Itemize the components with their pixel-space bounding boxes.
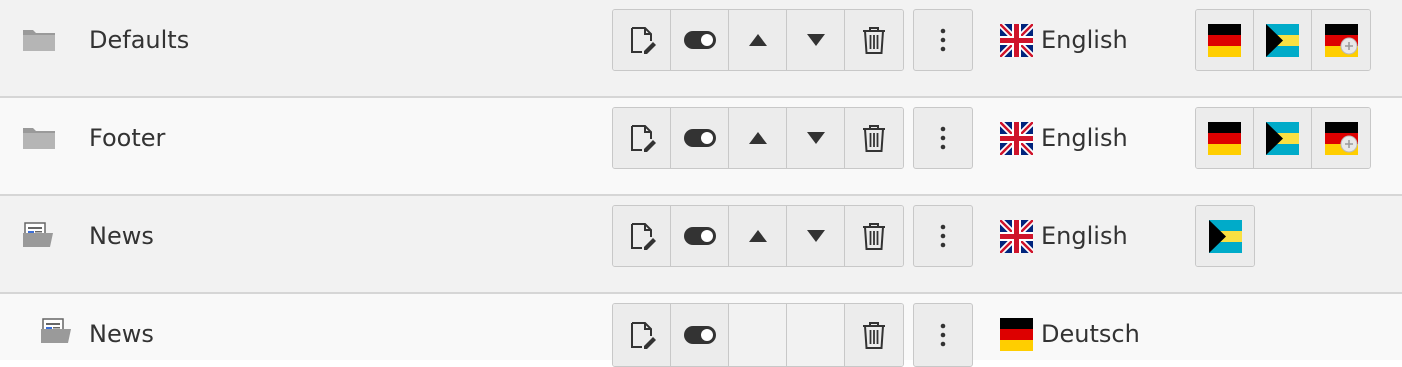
record-actions: [612, 205, 904, 267]
edit-button[interactable]: [613, 304, 671, 366]
record-title[interactable]: News: [89, 220, 154, 252]
record-language: English: [997, 217, 1128, 255]
delete-icon: [861, 221, 887, 251]
uk-flag-icon: [997, 217, 1036, 255]
news-folder-icon[interactable]: [22, 222, 56, 248]
edit-button[interactable]: [613, 10, 671, 70]
language-label: Deutsch: [1041, 320, 1140, 348]
move-up-icon: [748, 131, 768, 145]
record-title[interactable]: News: [89, 318, 154, 350]
uk-flag-icon: [997, 21, 1036, 59]
more-icon: [940, 125, 946, 151]
record-actions: [612, 9, 904, 71]
record-language: English: [997, 119, 1128, 157]
record-actions: [612, 303, 904, 367]
delete-button[interactable]: [845, 10, 903, 70]
news-folder-icon[interactable]: [40, 318, 74, 344]
delete-button[interactable]: [845, 206, 903, 266]
folder-icon[interactable]: [22, 124, 56, 150]
move-up-button[interactable]: [729, 206, 787, 266]
bs-flag-icon: [1208, 219, 1242, 253]
more-icon: [940, 322, 946, 348]
move-up-button[interactable]: [729, 10, 787, 70]
record-language: English: [997, 21, 1128, 59]
edit-icon: [627, 123, 657, 153]
translation-buttons: [1195, 9, 1371, 71]
translate-button[interactable]: [1254, 108, 1312, 168]
more-actions-button[interactable]: [913, 303, 973, 367]
more-actions-button[interactable]: [913, 205, 973, 267]
move-down-icon: [806, 33, 826, 47]
de-flag-icon: [1208, 23, 1241, 57]
edit-icon: [627, 320, 657, 350]
toggle-icon: [683, 128, 717, 148]
de-flag-icon: [1000, 317, 1033, 351]
more-actions-button[interactable]: [913, 9, 973, 71]
move-up-button[interactable]: [729, 108, 787, 168]
move-up-placeholder: [729, 304, 787, 366]
delete-icon: [861, 25, 887, 55]
move-down-icon: [806, 229, 826, 243]
move-up-icon: [748, 229, 768, 243]
language-label: English: [1041, 222, 1128, 250]
translate-button[interactable]: [1196, 108, 1254, 168]
toggle-icon: [683, 226, 717, 246]
translate-button[interactable]: [1196, 206, 1254, 266]
move-down-placeholder: [787, 304, 845, 366]
translation-buttons: [1195, 205, 1255, 267]
edit-icon: [627, 25, 657, 55]
move-up-icon: [748, 33, 768, 47]
record-language: Deutsch: [1000, 316, 1140, 352]
move-down-icon: [806, 131, 826, 145]
folder-icon[interactable]: [22, 26, 56, 52]
de-flag-badge-icon: [1324, 121, 1358, 155]
more-icon: [940, 27, 946, 53]
toggle-icon: [683, 30, 717, 50]
translate-button[interactable]: [1312, 10, 1370, 70]
move-down-button[interactable]: [787, 10, 845, 70]
delete-icon: [861, 320, 887, 350]
record-actions: [612, 107, 904, 169]
bs-flag-icon: [1266, 121, 1299, 155]
translate-button[interactable]: [1196, 10, 1254, 70]
table-row: Defaults English: [0, 0, 1402, 98]
table-row: News English: [0, 196, 1402, 294]
record-list: Defaults English Footer English News English N…: [0, 0, 1402, 367]
record-title[interactable]: Footer: [89, 122, 165, 154]
delete-icon: [861, 123, 887, 153]
language-label: English: [1041, 26, 1128, 54]
toggle-icon: [683, 325, 717, 345]
de-flag-icon: [1208, 121, 1241, 155]
toggle-visibility-button[interactable]: [671, 108, 729, 168]
table-row: Footer English: [0, 98, 1402, 196]
more-actions-button[interactable]: [913, 107, 973, 169]
translate-button[interactable]: [1254, 10, 1312, 70]
toggle-visibility-button[interactable]: [671, 206, 729, 266]
move-down-button[interactable]: [787, 108, 845, 168]
edit-button[interactable]: [613, 108, 671, 168]
toggle-visibility-button[interactable]: [671, 10, 729, 70]
record-title[interactable]: Defaults: [89, 24, 189, 56]
table-row: News Deutsch: [0, 294, 1402, 367]
more-icon: [940, 223, 946, 249]
de-flag-badge-icon: [1324, 23, 1358, 57]
delete-button[interactable]: [845, 108, 903, 168]
edit-icon: [627, 221, 657, 251]
toggle-visibility-button[interactable]: [671, 304, 729, 366]
edit-button[interactable]: [613, 206, 671, 266]
delete-button[interactable]: [845, 304, 903, 366]
uk-flag-icon: [997, 119, 1036, 157]
translation-buttons: [1195, 107, 1371, 169]
language-label: English: [1041, 124, 1128, 152]
translate-button[interactable]: [1312, 108, 1370, 168]
bs-flag-icon: [1266, 23, 1299, 57]
move-down-button[interactable]: [787, 206, 845, 266]
